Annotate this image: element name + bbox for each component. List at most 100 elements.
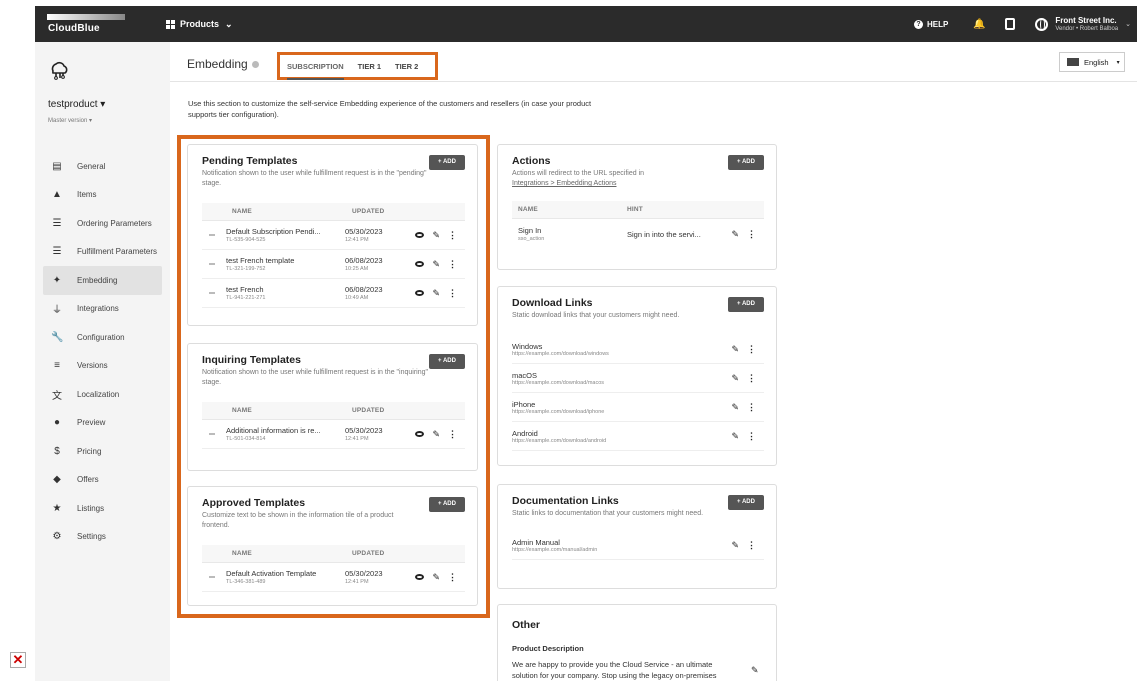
card-title: Download Links	[512, 297, 593, 309]
sidebar-item-items[interactable]: ▲ Items	[43, 181, 162, 210]
offers-icon: ◆	[53, 474, 61, 486]
sidebar-item-versions[interactable]: ≡ Versions	[43, 352, 162, 381]
actions-card: Actions Actions will redirect to the URL…	[497, 144, 777, 270]
sidebar-item-localization[interactable]: 文 Localization	[43, 380, 162, 409]
sidebar-item-label: Ordering Parameters	[77, 218, 152, 228]
edit-icon[interactable]: ✎	[731, 431, 739, 442]
flag-icon	[1067, 58, 1079, 66]
sidebar-item-general[interactable]: ▤ General	[43, 152, 162, 181]
more-icon[interactable]: ⋮	[747, 373, 756, 384]
embedding-actions-link[interactable]: Integrations > Embedding Actions	[512, 180, 616, 187]
edit-icon[interactable]: ✎	[731, 229, 739, 240]
pricing-icon: $	[54, 445, 60, 457]
sidebar-item-label: Offers	[77, 475, 99, 485]
sidebar-item-label: Integrations	[77, 304, 119, 314]
general-icon: ▤	[52, 160, 62, 172]
more-icon[interactable]: ⋮	[747, 344, 756, 355]
card-description: Static download links that your customer…	[512, 312, 680, 319]
more-icon[interactable]: ⋮	[747, 540, 756, 551]
items-icon: ▲	[52, 189, 62, 201]
products-menu[interactable]: Products ⌄	[166, 19, 233, 30]
add-download-link-button[interactable]: + ADD	[728, 297, 764, 312]
logo-text: CloudBlue	[48, 23, 100, 34]
sidebar-item-label: Settings	[77, 532, 106, 542]
tier-tabs: SUBSCRIPTION TIER 1 TIER 2	[277, 52, 438, 80]
tasks-icon[interactable]	[1005, 18, 1016, 30]
link-row[interactable]: macOS https://example.com/download/macos ✎…	[512, 364, 764, 393]
edit-icon[interactable]: ✎	[731, 373, 739, 384]
cloudblue-logo[interactable]: CloudBlue	[43, 10, 131, 38]
tab-tier-1[interactable]: TIER 1	[358, 62, 381, 71]
product-icon	[51, 61, 68, 80]
more-icon[interactable]: ⋮	[747, 229, 756, 240]
sidebar-item-listings[interactable]: ★ Listings	[43, 494, 162, 523]
page-title: Embedding	[187, 57, 259, 71]
sidebar-item-label: Fulfillment Parameters	[77, 247, 158, 257]
tab-subscription[interactable]: SUBSCRIPTION	[287, 62, 344, 80]
listings-icon: ★	[52, 502, 62, 514]
action-hint: Sign in into the servi...	[627, 229, 701, 239]
help-icon: ?	[913, 19, 923, 29]
add-documentation-link-button[interactable]: + ADD	[728, 495, 764, 510]
chevron-down-icon: ▾	[1116, 59, 1120, 66]
integrations-icon: ⏚	[52, 305, 62, 317]
configuration-icon: 🔧	[51, 331, 64, 343]
highlight-box	[177, 135, 490, 618]
embedding-icon: ✦	[52, 274, 62, 286]
sidebar-item-integrations[interactable]: ⏚ Integrations	[43, 295, 162, 324]
account-menu[interactable]: Front Street Inc. Vendor • Robert Balboa…	[1035, 16, 1131, 33]
sidebar-item-label: Pricing	[77, 446, 102, 456]
intro-text: Use this section to customize the self-s…	[188, 99, 592, 119]
link-row[interactable]: Windows https://example.com/download/wind…	[512, 335, 764, 364]
products-label: Products	[180, 19, 220, 29]
download-links-list: Windows https://example.com/download/wind…	[512, 335, 764, 451]
add-action-button[interactable]: + ADD	[728, 155, 764, 170]
documentation-links-card: Documentation Links Static links to docu…	[497, 484, 777, 589]
sidebar-item-fulfillment-parameters[interactable]: ☰ Fulfillment Parameters	[43, 238, 162, 267]
card-title: Other	[512, 619, 541, 631]
sidebar-item-pricing[interactable]: $ Pricing	[43, 437, 162, 466]
bell-icon[interactable]: 🔔	[973, 19, 985, 30]
sidebar-item-configuration[interactable]: 🔧 Configuration	[43, 323, 162, 352]
info-icon[interactable]	[251, 61, 259, 68]
globe-icon	[1035, 17, 1049, 31]
version-switcher[interactable]: Master version ▾	[48, 117, 92, 124]
tab-tier-2[interactable]: TIER 2	[395, 62, 418, 71]
chevron-down-icon: ⌄	[1125, 21, 1131, 28]
sidebar-item-ordering-parameters[interactable]: ☰ Ordering Parameters	[43, 209, 162, 238]
sidebar-item-settings[interactable]: ⚙ Settings	[43, 523, 162, 552]
sidebar-item-label: Embedding	[77, 275, 118, 285]
edit-icon[interactable]: ✎	[731, 540, 739, 551]
table-row[interactable]: Sign In sso_action Sign in into the serv…	[512, 219, 764, 249]
card-description: Static links to documentation that your …	[512, 510, 704, 517]
preview-icon: ●	[53, 417, 61, 429]
product-description-text: We are happy to provide you the Cloud Se…	[512, 660, 717, 680]
link-row[interactable]: Android https://example.com/download/andr…	[512, 422, 764, 451]
help-button[interactable]: ? HELP	[913, 19, 948, 29]
link-row[interactable]: iPhone https://example.com/download/iphon…	[512, 393, 764, 422]
product-switcher[interactable]: testproduct ▾	[48, 99, 105, 110]
edit-icon[interactable]: ✎	[731, 402, 739, 413]
sidebar: testproduct ▾ Master version ▾ ▤ General ▲…	[35, 42, 170, 681]
table-header: NAME HINT	[512, 201, 764, 219]
actions-table: NAME HINT Sign In sso_action Sign in int…	[512, 201, 764, 249]
link-row[interactable]: Admin Manual https://example.com/manual/a…	[512, 531, 764, 560]
edit-icon[interactable]: ✎	[751, 665, 759, 681]
top-bar: CloudBlue Products ⌄ ? HELP 🔔 Front Stre…	[35, 6, 1137, 42]
sidebar-item-preview[interactable]: ● Preview	[43, 409, 162, 438]
close-icon[interactable]: ✕	[10, 652, 26, 668]
sidebar-item-embedding[interactable]: ✦ Embedding	[43, 266, 162, 295]
sidebar-nav: ▤ General ▲ Items ☰ Ordering Parameters ☰ Fulfi…	[43, 152, 162, 551]
language-label: English	[1084, 57, 1109, 67]
language-select[interactable]: English ▾	[1059, 52, 1125, 72]
sidebar-item-label: Listings	[77, 503, 105, 513]
section-subtitle: Product Description	[512, 644, 584, 653]
card-title: Actions	[512, 155, 551, 167]
more-icon[interactable]: ⋮	[747, 431, 756, 442]
sidebar-item-label: General	[77, 161, 106, 171]
sidebar-item-offers[interactable]: ◆ Offers	[43, 466, 162, 495]
more-icon[interactable]: ⋮	[747, 402, 756, 413]
sidebar-item-label: Configuration	[77, 332, 125, 342]
fulfillment-parameters-icon: ☰	[52, 246, 62, 258]
edit-icon[interactable]: ✎	[731, 344, 739, 355]
